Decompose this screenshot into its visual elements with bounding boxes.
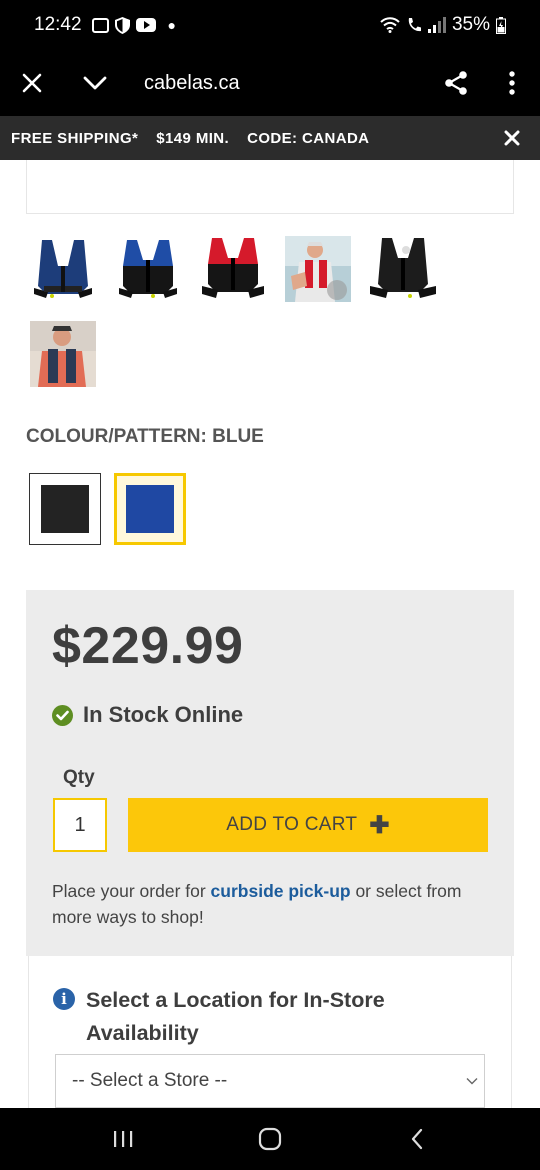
promo-minimum: $149 MIN.: [156, 129, 230, 147]
thumbnail-vest-blue[interactable]: [115, 236, 181, 302]
colour-value: BLUE: [212, 426, 264, 447]
stock-status: In Stock Online: [52, 702, 243, 728]
browser-toolbar: cabelas.ca: [0, 50, 540, 116]
chevron-down-icon: [466, 1078, 478, 1085]
status-bar: 12:42 ● 35%: [0, 0, 540, 50]
life-vest-red-image: [202, 238, 264, 298]
info-icon: i: [53, 988, 75, 1010]
minimize-button[interactable]: [64, 50, 126, 116]
pickup-message: Place your order for curbside pick-up or…: [52, 878, 492, 930]
promo-shipping: FREE SHIPPING*: [11, 129, 139, 147]
man-wearing-red-vest-photo: [285, 236, 351, 302]
share-icon: [445, 71, 467, 95]
man-wearing-vest-photo: [30, 321, 96, 387]
wifi-icon: [380, 17, 400, 33]
status-icons-right: 35%: [380, 14, 506, 36]
thumbnail-vest-black[interactable]: [370, 236, 436, 302]
gallery-icon: [91, 17, 109, 33]
more-vert-icon: [509, 71, 515, 95]
battery-icon: [496, 16, 506, 34]
stock-text: In Stock Online: [83, 702, 244, 727]
colour-pattern-label: COLOUR/PATTERN: BLUE: [26, 426, 264, 448]
url-text[interactable]: cabelas.ca: [144, 72, 240, 95]
recent-apps-button[interactable]: [93, 1114, 153, 1164]
system-nav-bar: [0, 1108, 540, 1170]
status-time: 12:42: [34, 14, 82, 35]
thumbnail-man-red-vest[interactable]: [285, 236, 351, 302]
check-circle-icon: [52, 704, 73, 726]
shield-icon: [114, 16, 130, 34]
thumbnail-man-vest[interactable]: [30, 321, 96, 387]
back-button[interactable]: [387, 1114, 447, 1164]
product-image-frame[interactable]: [26, 160, 514, 214]
close-tab-button[interactable]: [0, 50, 64, 116]
plus-icon: ✚: [369, 811, 390, 839]
life-vest-blue-image: [119, 240, 177, 298]
product-price: $229.99: [52, 617, 244, 675]
recent-apps-icon: [114, 1131, 133, 1147]
qty-input[interactable]: [53, 798, 107, 852]
life-vest-black-image: [370, 238, 436, 298]
add-to-cart-button[interactable]: ADD TO CART ✚: [128, 798, 488, 852]
qty-label: Qty: [63, 767, 95, 788]
colour-label-text: COLOUR/PATTERN:: [26, 426, 207, 447]
thumbnail-vest-red[interactable]: [200, 236, 266, 302]
curbside-pickup-link[interactable]: curbside pick-up: [211, 881, 351, 901]
close-icon: [504, 130, 520, 146]
chevron-down-icon: [83, 76, 107, 90]
swatch-black-color: [41, 485, 89, 533]
home-icon: [258, 1127, 282, 1151]
swatch-black[interactable]: [29, 473, 101, 545]
life-vest-navy-image: [34, 240, 92, 298]
signal-icon: [427, 17, 446, 33]
youtube-icon: [135, 18, 156, 32]
home-button[interactable]: [240, 1114, 300, 1164]
add-to-cart-label: ADD TO CART: [226, 814, 358, 835]
swatch-blue[interactable]: [114, 473, 186, 545]
swatch-blue-color: [126, 485, 174, 533]
promo-banner: FREE SHIPPING* $149 MIN. CODE: CANADA: [0, 116, 540, 160]
buy-box: $229.99 In Stock Online Qty ADD TO CART …: [26, 590, 514, 956]
back-icon: [411, 1128, 422, 1150]
notification-dot-icon: ●: [167, 17, 177, 33]
store-select[interactable]: -- Select a Store --: [55, 1054, 485, 1108]
store-availability-section: i Select a Location for In-Store Availab…: [28, 956, 512, 1108]
status-icons-left: ●: [91, 16, 177, 34]
thumbnail-vest-navy[interactable]: [30, 236, 96, 302]
close-icon: [22, 73, 42, 93]
promo-code: CODE: CANADA: [247, 129, 370, 147]
share-button[interactable]: [428, 50, 484, 116]
location-title: Select a Location for In-Store Availabil…: [86, 988, 385, 1045]
pickup-prefix: Place your order for: [52, 881, 211, 901]
store-select-placeholder: -- Select a Store --: [72, 1070, 228, 1091]
call-icon: [408, 18, 421, 32]
more-options-button[interactable]: [484, 50, 540, 116]
promo-close-button[interactable]: [484, 116, 540, 160]
battery-percent: 35%: [451, 14, 490, 35]
